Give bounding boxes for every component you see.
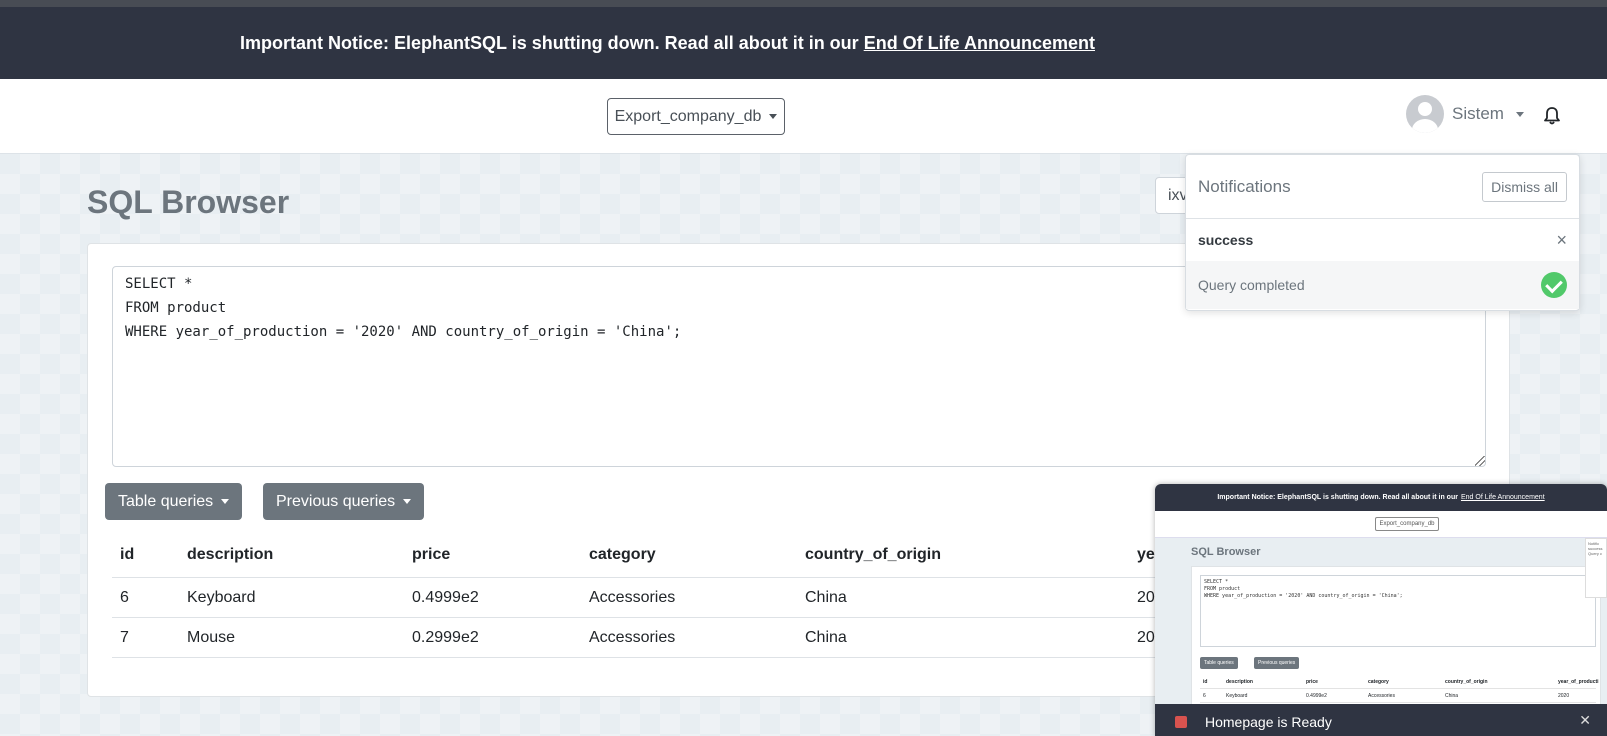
- check-circle-icon: [1541, 272, 1567, 298]
- thumbnail-cell: country_of_origin: [1445, 679, 1488, 685]
- thumbnail-title: SQL Browser: [1191, 546, 1261, 558]
- thumbnail-toast: Homepage is Ready ✕: [1155, 704, 1607, 736]
- close-icon[interactable]: ✕: [1579, 712, 1591, 729]
- notification-item: Query completed: [1186, 261, 1579, 309]
- thumbnail-navbar: Export_company_db: [1155, 511, 1607, 538]
- page-title: SQL Browser: [87, 184, 290, 220]
- thumbnail-notification: Notific success Query c: [1585, 538, 1607, 598]
- column-header: category: [589, 546, 656, 563]
- thumbnail-previous-queries: Previous queries: [1254, 657, 1300, 669]
- thumbnail-row: 6 Keyboard 0.4999e2 Accessories China 20…: [1200, 689, 1596, 703]
- column-header: country_of_origin: [805, 546, 942, 563]
- thumbnail-header-row: id description price category country_of…: [1200, 675, 1599, 689]
- thumbnail-banner-text: Important Notice: ElephantSQL is shuttin…: [1217, 494, 1458, 501]
- table-cell: 20: [1137, 588, 1155, 606]
- notifications-title: Notifications: [1198, 176, 1291, 196]
- thumbnail-cell: 0.4999e2: [1306, 693, 1327, 699]
- thumbnail-cell: id: [1203, 679, 1208, 685]
- notifications-panel: Notifications Dismiss all success × Quer…: [1185, 154, 1580, 311]
- database-name: Export_company_db: [614, 107, 762, 125]
- thumbnail-cell: category: [1368, 679, 1389, 685]
- caret-down-icon: [221, 499, 230, 504]
- navbar: Export_company_db Sistem: [0, 79, 1607, 154]
- caret-down-icon: [403, 499, 412, 504]
- column-header: price: [412, 546, 451, 563]
- screenshot-thumbnail[interactable]: Important Notice: ElephantSQL is shuttin…: [1155, 484, 1607, 736]
- thumbnail-cell: China: [1445, 693, 1459, 699]
- thumbnail-banner-link: End Of Life Announcement: [1460, 494, 1545, 501]
- thumbnail-db-select: Export_company_db: [1375, 517, 1439, 531]
- notification-item-header: success ×: [1186, 219, 1579, 261]
- app-icon: [1175, 716, 1187, 728]
- user-menu[interactable]: Sistem: [1406, 95, 1524, 133]
- column-header: id: [120, 546, 135, 563]
- table-cell: Keyboard: [187, 588, 256, 606]
- close-icon[interactable]: ×: [1556, 230, 1567, 251]
- thumbnail-cell: description: [1226, 679, 1253, 685]
- thumbnail-table-queries: Table queries: [1200, 657, 1238, 669]
- previous-queries-button[interactable]: Previous queries: [263, 483, 425, 520]
- dismiss-all-button[interactable]: Dismiss all: [1482, 171, 1567, 202]
- table-cell: China: [805, 588, 847, 606]
- thumbnail-cell: Accessories: [1368, 693, 1395, 699]
- banner-text: Important Notice: ElephantSQL is shuttin…: [240, 32, 859, 53]
- thumbnail-toast-text: Homepage is Ready: [1205, 714, 1332, 730]
- browser-top-strip: [0, 0, 1607, 7]
- thumbnail-banner: Important Notice: ElephantSQL is shuttin…: [1155, 484, 1607, 511]
- thumbnail-cell: 2020: [1558, 693, 1570, 699]
- table-cell: 0.4999e2: [412, 588, 479, 606]
- database-dropdown[interactable]: Export_company_db: [607, 98, 785, 135]
- thumbnail-cell: year_of_producti: [1558, 679, 1599, 685]
- thumbnail-cell: price: [1306, 679, 1318, 685]
- table-cell: 6: [120, 588, 129, 606]
- eol-banner: Important Notice: ElephantSQL is shuttin…: [0, 7, 1607, 79]
- bell-icon[interactable]: [1542, 106, 1562, 126]
- table-cell: 0.2999e2: [412, 628, 479, 646]
- thumbnail-editor: SELECT * FROM product WHERE year_of_prod…: [1200, 575, 1596, 647]
- thumbnail-side-text: Query c: [1588, 551, 1603, 556]
- table-queries-label: Table queries: [118, 492, 214, 510]
- thumbnail-cell: Keyboard: [1226, 693, 1248, 699]
- table-cell: Mouse: [187, 628, 236, 646]
- notification-message: Query completed: [1198, 277, 1305, 293]
- column-header: ye: [1137, 546, 1155, 563]
- avatar: [1406, 95, 1444, 133]
- caret-down-icon: [1515, 111, 1524, 117]
- table-queries-button[interactable]: Table queries: [105, 483, 243, 520]
- table-cell: 7: [120, 628, 129, 646]
- table-cell: China: [805, 628, 847, 646]
- notification-title: success: [1198, 232, 1254, 248]
- eol-announcement-link[interactable]: End Of Life Announcement: [864, 33, 1095, 54]
- table-cell: Accessories: [589, 588, 676, 606]
- table-cell: 20: [1137, 628, 1155, 646]
- user-name: Sistem: [1452, 104, 1504, 123]
- notifications-header: Notifications Dismiss all: [1186, 155, 1579, 219]
- resize-handle[interactable]: [1475, 456, 1485, 466]
- previous-queries-label: Previous queries: [276, 492, 396, 510]
- column-header: description: [187, 546, 274, 563]
- thumbnail-cell: 6: [1203, 693, 1206, 699]
- table-cell: Accessories: [589, 628, 676, 646]
- caret-down-icon: [769, 114, 778, 119]
